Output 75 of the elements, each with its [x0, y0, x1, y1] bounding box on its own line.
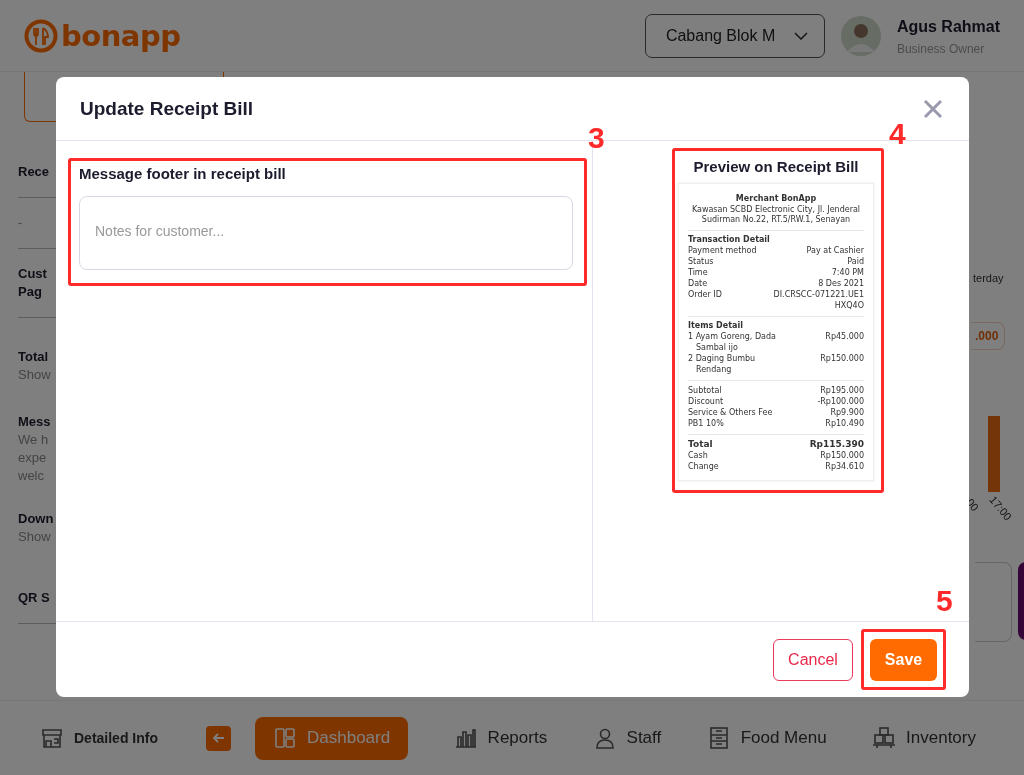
section-title: Total [18, 348, 50, 366]
field-label: Message footer in receipt bill [79, 165, 287, 182]
receipt-value: 8 Des 2021 [818, 278, 864, 289]
receipt-value: -Rp100.000 [817, 396, 864, 407]
receipt-label: 1 Ayam Goreng, Dada Sambal ijo [688, 331, 777, 353]
receipt-value: Pay at Cashier [806, 245, 864, 256]
receipt-value: Rp195.000 [820, 385, 864, 396]
receipt-value: Rp9.900 [830, 407, 864, 418]
user-name: Agus Rahmat [896, 17, 1000, 36]
logo-text: bonapp [61, 18, 181, 53]
nav-tab[interactable]: Food Menu [706, 716, 827, 760]
receipt-value: Rp150.000 [820, 450, 864, 461]
receipt-label: Date [688, 278, 708, 289]
receipt-value: Rp150.000 [820, 353, 864, 365]
avatar [840, 15, 881, 56]
nav-tab[interactable]: Staff [592, 716, 662, 760]
nav-tab[interactable]: Inventory [872, 716, 976, 760]
receipt-section-title: Items Detail [688, 321, 744, 330]
receipt-value: Rp34.610 [825, 461, 864, 472]
receipt-value: Rp10.490 [825, 418, 864, 429]
step-number: 3 [588, 122, 605, 154]
section-text: - [18, 214, 24, 232]
nav-tab[interactable]: Reports [453, 716, 548, 760]
section-text: We h [18, 431, 50, 449]
period-label: terday [973, 272, 1004, 284]
receipt-label: Time [688, 267, 708, 278]
section-text: welc [18, 467, 45, 485]
receipt-value: DI.CRSCC-071221.UE1 HXQ4O [772, 289, 864, 311]
receipt-label: Cash [688, 450, 708, 461]
merchant-address: Kawasan SCBD Electronic City, Jl. Jenderal Sudirman No.22, RT.5/RW.1, Senayan [690, 205, 862, 225]
section-title: QR S [18, 589, 51, 607]
logo-icon [24, 18, 58, 53]
amount-badge: .000 [971, 322, 1006, 350]
section-title: Down [18, 510, 55, 528]
receipt-label: Change [688, 461, 719, 472]
receipt-label: Subtotal [688, 385, 722, 396]
receipt-value: 7:40 PM [831, 267, 864, 278]
section-text: Show [18, 366, 52, 384]
section-title: Pag [18, 283, 43, 301]
bar-chart-icon [453, 726, 478, 750]
branch-dropdown[interactable]: Cabang Blok M [644, 13, 825, 58]
merchant-name: Merchant BonApp [734, 194, 818, 203]
notes-field[interactable]: Notes for customer... [79, 196, 573, 270]
dialog-title: Update Receipt Bill [80, 97, 254, 120]
receipt-section-title: Transaction Detail [688, 235, 771, 244]
step-number: 4 [889, 118, 906, 150]
receipt-label: 2 Daging Bumbu Rendang [688, 353, 757, 375]
detailed-info-tab[interactable]: Detailed Info [40, 726, 158, 750]
receipt-label: Order ID [688, 289, 722, 301]
receipt-label: Status [688, 256, 714, 267]
preview-title: Preview on Receipt Bill [693, 158, 859, 175]
dashboard-icon [273, 726, 297, 750]
boxes-icon [872, 726, 897, 750]
receipt-label: PB1 10% [688, 418, 724, 429]
section-title: Cust [18, 265, 48, 283]
close-button[interactable] [923, 98, 943, 119]
section-title: Mess [18, 413, 52, 431]
receipt-value: Rp115.390 [809, 439, 864, 450]
section-text: expe [18, 449, 48, 467]
cancel-button[interactable]: Cancel [773, 638, 853, 681]
receipt-label: Total [688, 439, 713, 450]
arrow-left-icon [211, 731, 226, 745]
receipt-label: Payment method [688, 245, 757, 256]
step-number: 5 [936, 585, 953, 617]
section-text: Show [18, 528, 52, 546]
receipt-label: Discount [688, 396, 724, 407]
receipt-value: Rp45.000 [825, 331, 864, 343]
receipt-label: Service & Others Fee [688, 407, 773, 418]
chevron-down-icon [793, 31, 808, 40]
close-icon [923, 98, 943, 119]
back-button[interactable] [206, 725, 231, 751]
store-icon [40, 726, 64, 750]
receipt-value: Paid [847, 256, 864, 267]
save-button[interactable]: Save [870, 638, 937, 681]
section-title: Rece [18, 163, 51, 181]
